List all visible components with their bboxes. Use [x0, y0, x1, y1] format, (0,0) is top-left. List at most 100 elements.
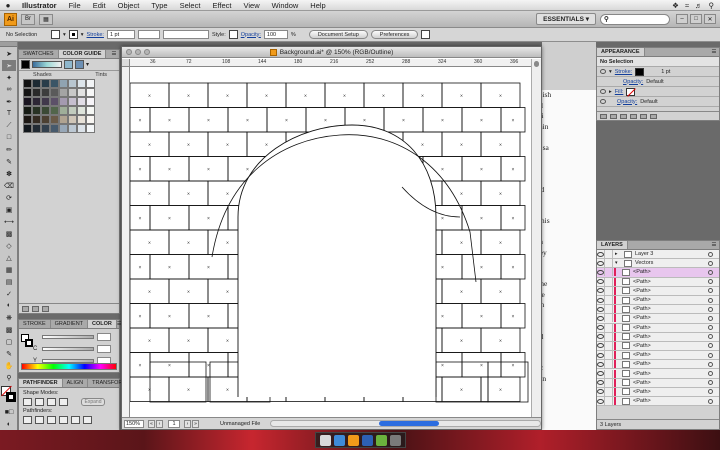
path-row[interactable]: <Path> — [597, 397, 719, 407]
path-name[interactable]: <Path> — [633, 325, 708, 331]
eyedropper-tool-icon[interactable]: ✓ — [2, 288, 16, 299]
outline-icon[interactable] — [71, 416, 80, 424]
color-guide-swatch[interactable] — [50, 97, 59, 106]
stroke-weight-value[interactable]: 1 pt — [661, 69, 670, 75]
document-title-bar[interactable]: Background.ai* @ 150% (RGB/Outline) — [122, 47, 541, 58]
zoom-level-field[interactable]: 150% — [124, 419, 144, 428]
symbol-sprayer-tool-icon[interactable]: ❋ — [2, 312, 16, 323]
visibility-eye-icon[interactable] — [597, 296, 605, 305]
stroke-swatch[interactable] — [68, 30, 78, 39]
channel-slider[interactable] — [42, 358, 94, 363]
visibility-eye-icon[interactable] — [597, 332, 605, 341]
menu-file[interactable]: File — [63, 1, 87, 10]
save-group-icon[interactable] — [42, 305, 49, 312]
color-guide-swatch[interactable] — [77, 97, 86, 106]
target-circle-icon[interactable] — [708, 288, 713, 294]
color-guide-swatch[interactable] — [86, 97, 95, 106]
path-name[interactable]: <Path> — [633, 288, 708, 294]
trash-dock-icon[interactable] — [390, 434, 401, 446]
target-circle-icon[interactable] — [708, 334, 713, 340]
channel-slider[interactable] — [42, 334, 94, 339]
color-guide-swatch[interactable] — [77, 115, 86, 124]
tab-color-guide[interactable]: COLOR GUIDE — [58, 50, 107, 58]
channel-field[interactable] — [97, 332, 111, 341]
lock-toggle[interactable] — [605, 277, 613, 286]
color-guide-swatch[interactable] — [59, 106, 68, 115]
path-name[interactable]: <Path> — [633, 361, 708, 367]
path-row[interactable]: <Path> — [597, 305, 719, 315]
tools-panel-grip[interactable] — [0, 42, 17, 47]
menu-type[interactable]: Type — [145, 1, 173, 10]
workspace-dropdown[interactable]: ESSENTIALS ▾ — [536, 13, 596, 25]
line-tool-icon[interactable]: ⟋ — [2, 120, 16, 131]
artboard-number-field[interactable]: 1 — [168, 419, 180, 428]
color-guide-swatch[interactable] — [23, 106, 32, 115]
stroke-dropdown-icon[interactable]: ▾ — [81, 32, 84, 38]
close-window-button[interactable] — [126, 49, 132, 55]
help-search-input[interactable]: ⚲ — [600, 13, 670, 25]
harmony-strip[interactable] — [32, 61, 62, 68]
stroke-black-icon[interactable] — [6, 392, 16, 402]
horizontal-ruler[interactable]: 36 72 108 144 180 216 252 288 324 360 396 — [130, 59, 531, 67]
target-circle-icon[interactable] — [708, 325, 713, 331]
path-row[interactable]: <Path> — [597, 332, 719, 342]
visibility-eye-icon[interactable] — [597, 369, 605, 378]
color-guide-swatch[interactable] — [68, 88, 77, 97]
target-circle-icon[interactable] — [708, 398, 713, 404]
expand-triangle-icon[interactable]: ▾ — [615, 260, 621, 266]
lock-toggle[interactable] — [605, 250, 613, 259]
color-guide-swatch[interactable] — [50, 106, 59, 115]
clear-appearance-icon[interactable] — [630, 113, 637, 119]
color-guide-swatch[interactable] — [23, 115, 32, 124]
document-setup-button[interactable]: Document Setup — [308, 30, 368, 39]
variable-width-profile[interactable] — [137, 30, 160, 39]
add-new-fill-icon[interactable] — [610, 113, 617, 119]
target-circle-icon[interactable] — [708, 260, 713, 266]
target-circle-icon[interactable] — [708, 389, 713, 395]
visibility-eye-icon[interactable] — [597, 387, 605, 396]
chevron-down-icon[interactable]: ▾ — [86, 61, 89, 68]
menu-view[interactable]: View — [237, 1, 265, 10]
paintbrush-tool-icon[interactable]: ✏ — [2, 144, 16, 155]
color-guide-swatch[interactable] — [77, 88, 86, 97]
base-color-swatch[interactable] — [21, 60, 30, 69]
fill-dropdown-icon[interactable]: ▾ — [63, 32, 66, 38]
visibility-eye-icon[interactable] — [597, 360, 605, 369]
lock-toggle[interactable] — [605, 314, 613, 323]
color-guide-swatch[interactable] — [23, 97, 32, 106]
target-circle-icon[interactable] — [708, 343, 713, 349]
lock-toggle[interactable] — [605, 351, 613, 360]
vertical-ruler[interactable] — [122, 67, 130, 417]
eye-icon[interactable] — [600, 89, 606, 94]
path-row[interactable]: <Path> — [597, 277, 719, 287]
menu-effect[interactable]: Effect — [206, 1, 237, 10]
lock-toggle[interactable] — [605, 332, 613, 341]
color-guide-swatch[interactable] — [86, 115, 95, 124]
tab-layers[interactable]: LAYERS — [597, 241, 628, 249]
drawing-mode-icon[interactable]: ◐ — [2, 419, 16, 430]
target-circle-icon[interactable] — [708, 306, 713, 312]
opacity-attribute-label[interactable]: Opacity: — [617, 99, 637, 105]
path-name[interactable]: <Path> — [633, 269, 708, 275]
panel-menu-icon[interactable]: ☰ — [109, 50, 119, 58]
path-name[interactable]: <Path> — [633, 306, 708, 312]
harmony-swatch-2[interactable] — [75, 60, 84, 69]
menu-object[interactable]: Object — [112, 1, 146, 10]
arrange-documents-button[interactable]: ▦ — [39, 13, 53, 25]
eye-icon[interactable] — [600, 99, 606, 104]
lock-toggle[interactable] — [605, 259, 613, 268]
path-row[interactable]: <Path> — [597, 387, 719, 397]
color-guide-swatch[interactable] — [68, 124, 77, 133]
divide-icon[interactable] — [23, 416, 32, 424]
expand-button[interactable]: Expand — [81, 398, 105, 406]
minus-back-icon[interactable] — [83, 416, 92, 424]
eraser-tool-icon[interactable]: ⌫ — [2, 180, 16, 191]
harmony-swatch-1[interactable] — [64, 60, 73, 69]
tab-gradient[interactable]: GRADIENT — [51, 320, 89, 328]
color-guide-swatch[interactable] — [59, 115, 68, 124]
app-dock-icon[interactable] — [376, 434, 387, 446]
rectangle-tool-icon[interactable]: □ — [2, 132, 16, 143]
target-circle-icon[interactable] — [708, 279, 713, 285]
color-guide-swatch[interactable] — [32, 115, 41, 124]
unite-icon[interactable] — [23, 398, 32, 406]
